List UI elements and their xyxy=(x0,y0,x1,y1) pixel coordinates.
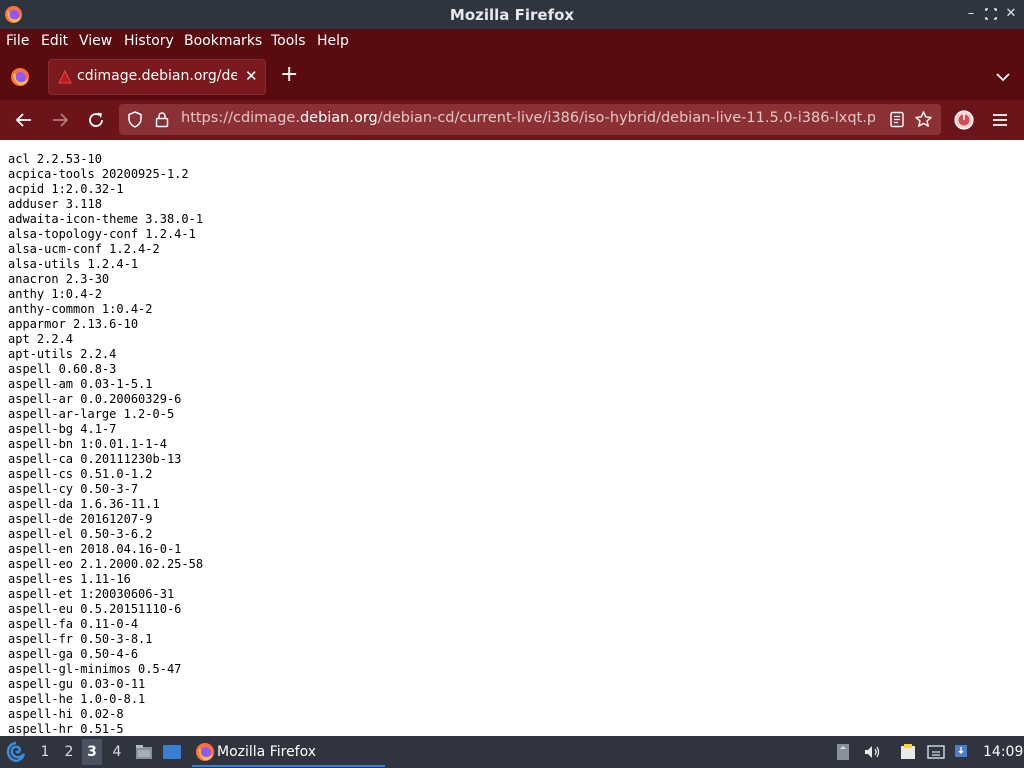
menu-help[interactable]: Help xyxy=(317,33,349,49)
package-line: aspell-cy 0.50-3-7 xyxy=(8,482,139,496)
workspace-1[interactable]: 1 xyxy=(35,744,55,760)
window-title: Mozilla Firefox xyxy=(449,6,575,24)
window-titlebar: Mozilla Firefox – ✕ xyxy=(0,0,1024,29)
package-line: alsa-topology-conf 1.2.4-1 xyxy=(8,227,196,241)
firefox-view-icon[interactable] xyxy=(10,67,30,87)
url-text[interactable]: https://cdimage.debian.org/debian-cd/cur… xyxy=(181,110,875,126)
package-line: aspell-es 1.11-16 xyxy=(8,572,131,586)
package-line: aspell-et 1:20030606-31 xyxy=(8,587,175,601)
update-notifier-icon[interactable] xyxy=(953,743,971,761)
network-icon[interactable] xyxy=(927,743,945,761)
restore-icon xyxy=(985,8,997,20)
url-path: /debian-cd/current-live/i386/iso-hybrid/… xyxy=(377,110,875,126)
url-domain: debian.org xyxy=(299,110,378,126)
tab-title: cdimage.debian.org/debi xyxy=(77,68,237,84)
clipboard-icon[interactable] xyxy=(834,743,852,761)
package-line: aspell-bn 1:0.01.1-1-4 xyxy=(8,437,167,451)
task-label: Mozilla Firefox xyxy=(217,744,317,760)
menu-history[interactable]: History xyxy=(124,33,174,49)
package-line: aspell-he 1.0-0-8.1 xyxy=(8,692,146,706)
taskbar-firefox-task[interactable]: Mozilla Firefox xyxy=(192,739,385,767)
package-line: aspell-de 20161207-9 xyxy=(8,512,153,526)
workspace-2[interactable]: 2 xyxy=(59,744,79,760)
forward-arrow-icon[interactable] xyxy=(49,109,71,131)
package-line: aspell-fr 0.50-3-8.1 xyxy=(8,632,153,646)
firefox-icon xyxy=(196,743,214,761)
file-manager-icon[interactable] xyxy=(134,742,154,762)
url-prefix: https://cdimage. xyxy=(181,110,300,126)
workspace-4[interactable]: 4 xyxy=(107,744,127,760)
warning-favicon-icon xyxy=(58,70,72,84)
package-line: aspell-ar-large 1.2-0-5 xyxy=(8,407,175,421)
package-line: acpid 1:2.0.32-1 xyxy=(8,182,124,196)
chevron-down-icon[interactable] xyxy=(994,68,1012,86)
nav-bar: https://cdimage.debian.org/debian-cd/cur… xyxy=(0,100,1024,140)
lock-icon[interactable] xyxy=(155,111,169,128)
show-desktop-icon[interactable] xyxy=(162,742,182,762)
start-menu-icon[interactable] xyxy=(5,741,27,763)
hamburger-menu-icon[interactable] xyxy=(989,109,1011,131)
package-line: aspell-da 1.6.36-11.1 xyxy=(8,497,160,511)
package-line: aspell-el 0.50-3-6.2 xyxy=(8,527,153,541)
package-line: aspell-fa 0.11-0-4 xyxy=(8,617,139,631)
workspace-3[interactable]: 3 xyxy=(82,739,102,765)
volume-icon[interactable] xyxy=(863,743,881,761)
package-line: aspell-ga 0.50-4-6 xyxy=(8,647,139,661)
menu-bar: File Edit View History Bookmarks Tools H… xyxy=(0,29,1024,54)
package-line: aspell-en 2018.04.16-0-1 xyxy=(8,542,182,556)
tab-bar: cdimage.debian.org/debi ✕ + xyxy=(0,54,1024,100)
package-line: aspell-hr 0.51-5 xyxy=(8,722,124,736)
package-line: alsa-ucm-conf 1.2.4-2 xyxy=(8,242,160,256)
back-arrow-icon[interactable] xyxy=(13,109,35,131)
package-line: apparmor 2.13.6-10 xyxy=(8,317,139,331)
package-line: apt-utils 2.2.4 xyxy=(8,347,117,361)
menu-bookmarks[interactable]: Bookmarks xyxy=(184,33,262,49)
new-tab-button[interactable]: + xyxy=(280,63,298,87)
package-line: adduser 3.118 xyxy=(8,197,102,211)
package-line: acl 2.2.53-10 xyxy=(8,152,102,166)
package-line: apt 2.2.4 xyxy=(8,332,74,346)
menu-edit[interactable]: Edit xyxy=(41,33,68,49)
notes-icon[interactable] xyxy=(899,743,917,761)
close-window-button[interactable]: ✕ xyxy=(1002,5,1020,23)
shield-icon[interactable] xyxy=(127,111,143,128)
bookmark-star-icon[interactable] xyxy=(914,110,933,129)
package-line: acpica-tools 20200925-1.2 xyxy=(8,167,189,181)
reader-view-icon[interactable] xyxy=(889,111,905,128)
package-line: aspell-cs 0.51.0-1.2 xyxy=(8,467,153,481)
minimize-button[interactable]: – xyxy=(962,5,980,23)
menu-tools[interactable]: Tools xyxy=(271,33,306,49)
package-line: aspell-ca 0.20111230b-13 xyxy=(8,452,182,466)
package-line: anthy-common 1:0.4-2 xyxy=(8,302,153,316)
menu-view[interactable]: View xyxy=(79,33,112,49)
close-tab-icon[interactable]: ✕ xyxy=(245,67,258,85)
package-line: aspell-am 0.03-1-5.1 xyxy=(8,377,153,391)
package-line: alsa-utils 1.2.4-1 xyxy=(8,257,139,271)
page-content: acl 2.2.53-10 acpica-tools 20200925-1.2 ac… xyxy=(0,140,1024,736)
package-line: adwaita-icon-theme 3.38.0-1 xyxy=(8,212,204,226)
maximize-button[interactable] xyxy=(982,5,1000,23)
reload-icon[interactable] xyxy=(85,109,107,131)
taskbar: 1 2 3 4 Mozilla Firefox 14:09 xyxy=(0,736,1024,768)
package-line: aspell-eo 2.1.2000.02.25-58 xyxy=(8,557,204,571)
tab-active[interactable]: cdimage.debian.org/debi ✕ xyxy=(48,59,266,95)
menu-file[interactable]: File xyxy=(6,33,29,49)
clock: 14:09 xyxy=(983,744,1024,760)
url-bar[interactable]: https://cdimage.debian.org/debian-cd/cur… xyxy=(119,104,941,135)
package-line: aspell-eu 0.5.20151110-6 xyxy=(8,602,182,616)
package-line: aspell 0.60.8-3 xyxy=(8,362,117,376)
package-line: aspell-bg 4.1-7 xyxy=(8,422,117,436)
package-line: aspell-hi 0.02-8 xyxy=(8,707,124,721)
package-line: aspell-gu 0.03-0-11 xyxy=(8,677,146,691)
package-line: anacron 2.3-30 xyxy=(8,272,110,286)
package-line: aspell-gl-minimos 0.5-47 xyxy=(8,662,182,676)
account-icon[interactable] xyxy=(953,109,975,131)
package-line: anthy 1:0.4-2 xyxy=(8,287,102,301)
package-line: aspell-ar 0.0.20060329-6 xyxy=(8,392,182,406)
package-list: acl 2.2.53-10 acpica-tools 20200925-1.2 ac… xyxy=(8,152,203,736)
